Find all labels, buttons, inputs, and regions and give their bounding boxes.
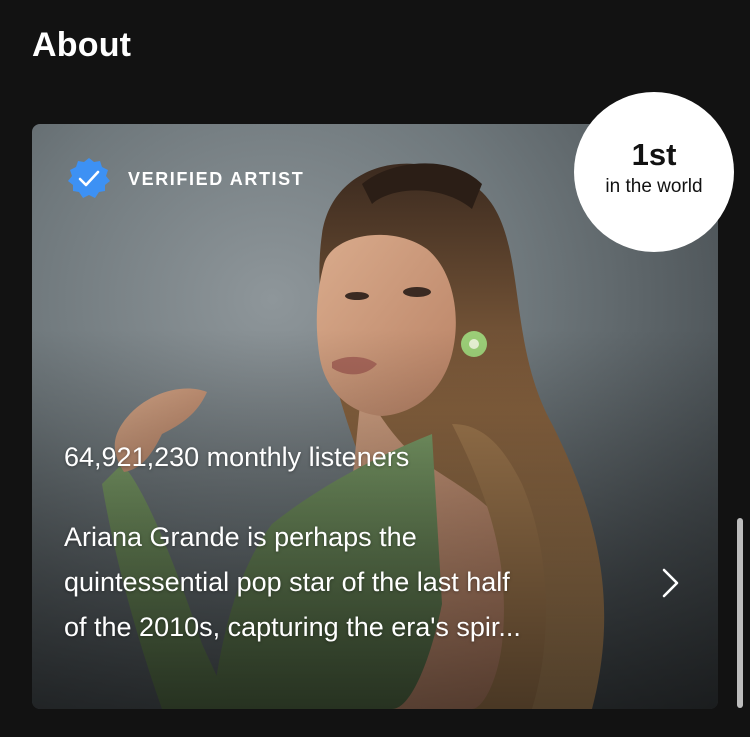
section-title: About [32,26,132,64]
rank-caption: in the world [605,176,703,197]
scrollbar[interactable] [737,518,743,708]
bio-line: quintessential pop star of the last half [64,567,510,597]
verified-artist-label: VERIFIED ARTIST [128,168,305,189]
monthly-listeners: 64,921,230 monthly listeners [64,442,410,472]
world-rank-badge: 1st in the world [574,92,734,252]
rank-value: 1st [631,137,677,172]
verified-badge-icon [68,158,110,198]
artist-bio[interactable]: Ariana Grande is perhaps the quintessent… [64,515,624,650]
bio-line: Ariana Grande is perhaps the [64,522,417,552]
verified-artist-row: VERIFIED ARTIST [66,156,304,202]
chevron-right-icon[interactable] [660,567,682,599]
about-section: About VERIFIED ARTIST 64,921,230 monthly… [0,0,750,737]
bio-line: of the 2010s, capturing the era's spir..… [64,612,521,642]
